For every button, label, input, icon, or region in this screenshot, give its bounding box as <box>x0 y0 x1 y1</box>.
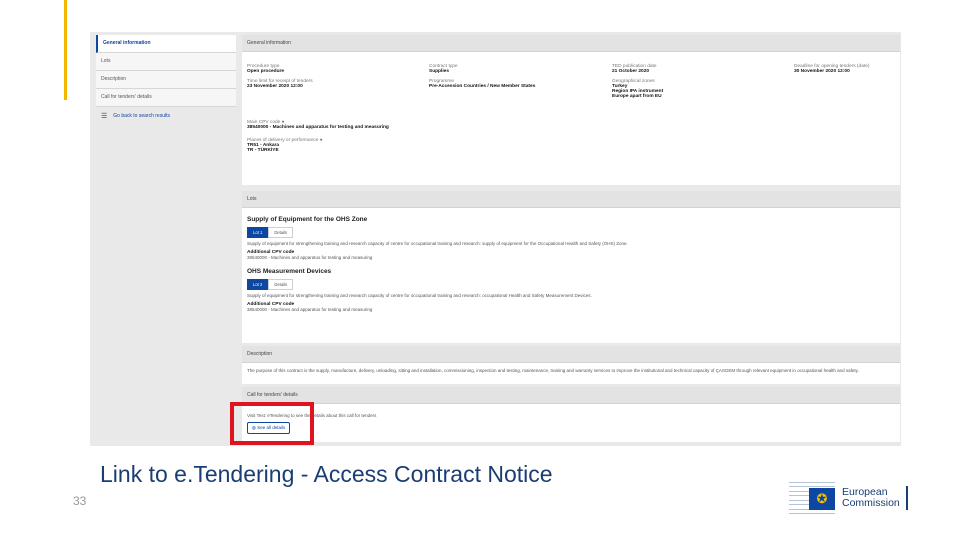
contract-type-value: Supplies <box>429 69 449 74</box>
tab-lot-1-details[interactable]: Details <box>268 227 294 238</box>
tab-lot-2-details[interactable]: Details <box>268 279 294 290</box>
main-cpv-value: 38540000 - Machines and apparatus for te… <box>247 125 389 130</box>
highlight-box <box>230 402 314 445</box>
sidebar-item-lots[interactable]: Lots <box>96 53 236 71</box>
lot-2-title: OHS Measurement Devices <box>247 268 332 275</box>
page-number: 33 <box>73 494 87 508</box>
tab-lot-2[interactable]: Lot 2 <box>247 279 269 290</box>
logo-line-2: Commission <box>842 497 900 509</box>
description-text: The purpose of this contract is the supp… <box>247 368 859 373</box>
european-commission-logo: ✪ European Commission <box>789 482 908 514</box>
general-information-panel: General information Procedure type Open … <box>242 35 900 185</box>
programme-value: Pre-Accession Countries / New Member Sta… <box>429 84 536 89</box>
logo-bar <box>905 486 908 510</box>
time-limit-value: 23 November 2020 12:00 <box>247 84 303 89</box>
eu-flag-icon: ✪ <box>809 488 835 510</box>
description-panel: Description The purpose of this contract… <box>242 346 900 384</box>
sidebar-item-call-details[interactable]: Call for tenders' details <box>96 89 236 107</box>
back-to-results-link[interactable]: ☰ Go back to search results <box>96 112 236 120</box>
lot-1-description: Supply of equipment for strengthening tr… <box>247 241 628 246</box>
lot-2-description: Supply of equipment for strengthening tr… <box>247 293 592 298</box>
lot-1-cpv: 38540000 - Machines and apparatus for te… <box>247 255 373 260</box>
publication-date-value: 21 October 2020 <box>612 69 650 74</box>
lots-panel: Lots Supply of Equipment for the OHS Zon… <box>242 191 900 343</box>
panel-header: Call for tenders' details <box>242 387 900 404</box>
sidebar-item-description[interactable]: Description <box>96 71 236 89</box>
call-details-panel: Call for tenders' details Visit Test: eT… <box>242 387 900 442</box>
back-link-label: Go back to search results <box>113 113 170 119</box>
procedure-type-value: Open procedure <box>247 69 285 74</box>
panel-header: Description <box>242 346 900 363</box>
panel-header: Lots <box>242 191 900 208</box>
lot-2-cpv: 38540000 - Machines and apparatus for te… <box>247 307 373 312</box>
place-2: TR - TÜRKİYE <box>247 148 279 153</box>
geo-zone-3: Europe apart from EU <box>612 94 662 99</box>
list-icon: ☰ <box>101 113 108 120</box>
lot-1-title: Supply of Equipment for the OHS Zone <box>247 216 368 223</box>
slide-title: Link to e.Tendering - Access Contract No… <box>100 461 553 487</box>
visit-text: Visit Test: eTendering to see the detail… <box>247 413 377 418</box>
accent-bar <box>64 0 67 100</box>
logo-text: European Commission <box>842 487 900 509</box>
sidebar-item-general[interactable]: General information <box>96 35 236 53</box>
side-navigation: General information Lots Description Cal… <box>96 35 236 120</box>
panel-header: General information <box>242 35 900 52</box>
tab-lot-1[interactable]: Lot 1 <box>247 227 269 238</box>
info-icon: ● <box>319 138 323 143</box>
etendering-screenshot: General information Lots Description Cal… <box>90 32 901 446</box>
deadline-opening-value: 30 November 2020 12:00 <box>794 69 850 74</box>
